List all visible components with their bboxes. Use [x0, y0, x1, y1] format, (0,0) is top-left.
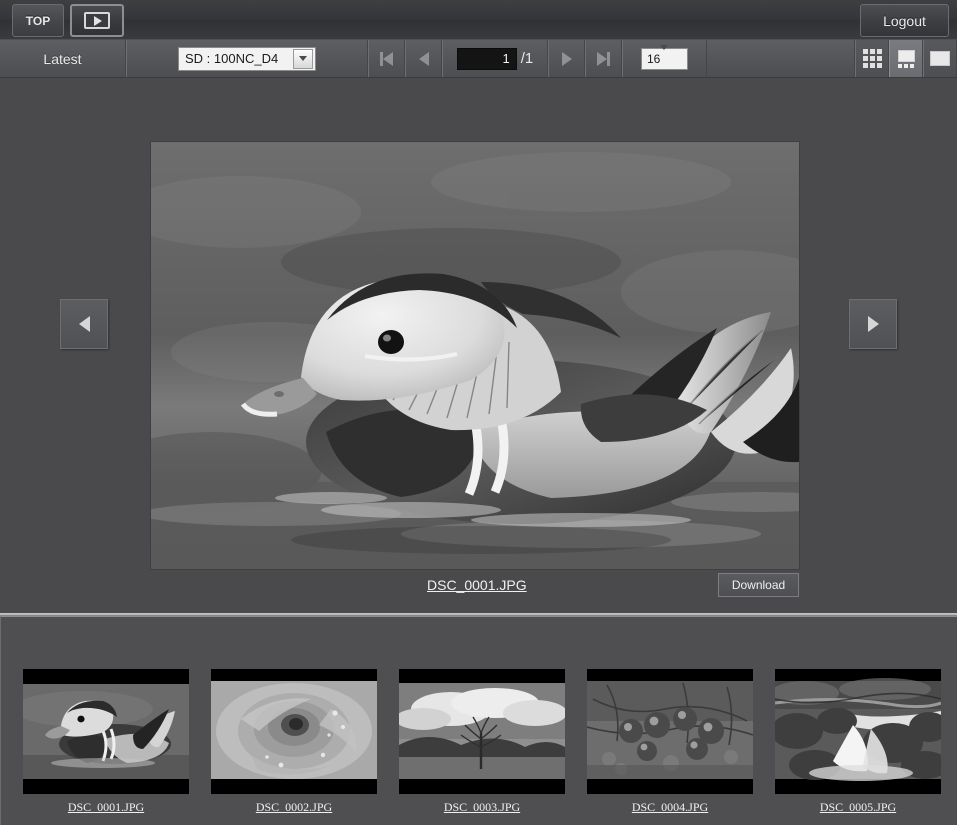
- thumbnail-label[interactable]: DSC_0003.JPG: [399, 800, 565, 815]
- page-number-cell: 1 /1: [442, 40, 548, 77]
- view-mode-single-button[interactable]: [923, 40, 957, 77]
- photo-caption-row: DSC_0001.JPG Download: [151, 573, 799, 603]
- page-input[interactable]: 1: [456, 47, 517, 70]
- main-photo-image: [151, 142, 799, 569]
- thumbnail-item[interactable]: DSC_0003.JPG: [399, 669, 565, 815]
- current-file-link[interactable]: DSC_0001.JPG: [427, 577, 527, 593]
- thumb-waterfall-icon: [775, 669, 941, 794]
- download-button[interactable]: Download: [718, 573, 799, 597]
- thumbnail-image[interactable]: [399, 669, 565, 794]
- next-page-button[interactable]: [548, 40, 585, 77]
- tab-viewer[interactable]: [70, 4, 124, 37]
- thumbnail-list: DSC_0001.JPG DSC_0002.JPG DSC_0003.JPG D…: [23, 669, 941, 815]
- thumbnail-item[interactable]: DSC_0002.JPG: [211, 669, 377, 815]
- single-view-icon: [930, 51, 950, 66]
- image-viewer-app: TOP Logout Latest SD : 100NC_D4 1 /1 16 …: [0, 0, 957, 825]
- grid-view-icon: [862, 49, 882, 68]
- main-image-area: DSC_0001.JPG Download: [0, 78, 957, 612]
- main-photo[interactable]: [151, 142, 799, 569]
- folder-select-value: SD : 100NC_D4: [185, 51, 279, 66]
- folder-select[interactable]: SD : 100NC_D4: [178, 46, 316, 71]
- thumb-duck-icon: [23, 669, 189, 794]
- arrow-left-icon: [78, 316, 90, 332]
- tab-latest[interactable]: Latest: [0, 40, 126, 77]
- per-page-select-cell: 16: [622, 40, 707, 77]
- logout-button[interactable]: Logout: [860, 4, 949, 37]
- thumbnail-label[interactable]: DSC_0002.JPG: [211, 800, 377, 815]
- tab-top-label: TOP: [25, 13, 51, 28]
- next-page-icon: [561, 51, 572, 66]
- first-page-icon: [380, 51, 393, 66]
- chevron-down-icon: [293, 48, 313, 69]
- logout-label: Logout: [883, 12, 926, 29]
- prev-page-icon: [418, 51, 429, 66]
- thumb-berries-icon: [587, 669, 753, 794]
- last-page-button[interactable]: [585, 40, 622, 77]
- toolbar: Latest SD : 100NC_D4 1 /1 16: [0, 40, 957, 78]
- last-page-icon: [597, 51, 610, 66]
- thumbnail-label[interactable]: DSC_0004.JPG: [587, 800, 753, 815]
- thumbnail-image[interactable]: [23, 669, 189, 794]
- thumbnail-image[interactable]: [775, 669, 941, 794]
- toolbar-spacer: [707, 40, 855, 77]
- prev-page-button[interactable]: [405, 40, 442, 77]
- thumbnail-image[interactable]: [587, 669, 753, 794]
- view-mode-grid-button[interactable]: [855, 40, 889, 77]
- top-bar: TOP Logout: [0, 0, 957, 40]
- first-page-button[interactable]: [368, 40, 405, 77]
- view-mode-filmstrip-button[interactable]: [889, 40, 923, 77]
- tab-latest-label: Latest: [43, 50, 82, 67]
- tab-top[interactable]: TOP: [12, 4, 64, 37]
- per-page-select[interactable]: 16: [641, 44, 688, 70]
- download-label: Download: [731, 578, 786, 592]
- folder-select-cell: SD : 100NC_D4: [126, 40, 368, 77]
- thumbnail-item[interactable]: DSC_0001.JPG: [23, 669, 189, 815]
- media-play-icon: [84, 12, 110, 29]
- page-total-label: /1: [520, 50, 534, 67]
- thumbnail-label[interactable]: DSC_0001.JPG: [23, 800, 189, 815]
- filmstrip-view-icon: [897, 49, 915, 68]
- chevron-down-icon: [660, 44, 678, 68]
- thumb-rose-icon: [211, 669, 377, 794]
- thumbnail-item[interactable]: DSC_0005.JPG: [775, 669, 941, 815]
- thumbnail-image[interactable]: [211, 669, 377, 794]
- thumb-landscape-icon: [399, 669, 565, 794]
- previous-image-button[interactable]: [60, 299, 108, 349]
- per-page-value: 16: [647, 51, 661, 66]
- thumbnail-label[interactable]: DSC_0005.JPG: [775, 800, 941, 815]
- next-image-button[interactable]: [849, 299, 897, 349]
- arrow-right-icon: [867, 316, 879, 332]
- thumbnail-item[interactable]: DSC_0004.JPG: [587, 669, 753, 815]
- thumbnail-strip: DSC_0001.JPG DSC_0002.JPG DSC_0003.JPG D…: [0, 616, 957, 825]
